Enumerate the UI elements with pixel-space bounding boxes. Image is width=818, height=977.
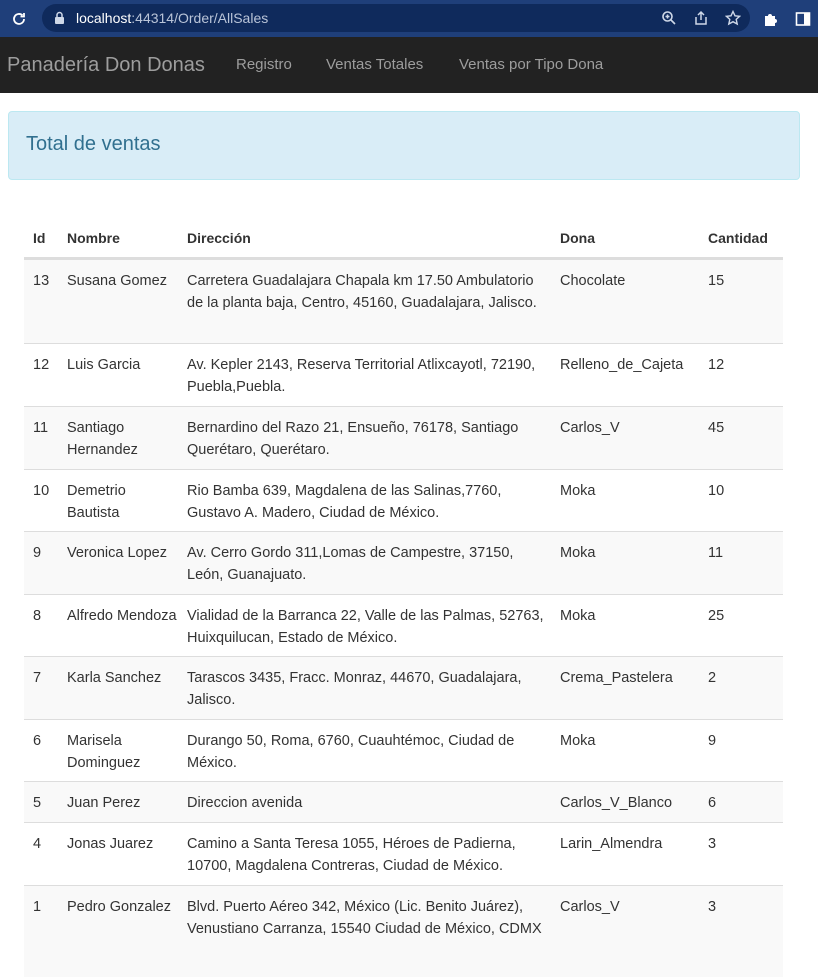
cell-dona: Chocolate [560,273,626,289]
nav-link-ventas-por-tipo[interactable]: Ventas por Tipo Dona [459,56,603,73]
table-row: 8 Alfredo Mendoza Vialidad de la Barranc… [24,594,783,656]
cell-id: 8 [33,608,42,624]
nav-link-ventas-totales[interactable]: Ventas Totales [326,56,423,73]
cell-direccion: Direccion avenida [187,795,303,811]
cell-dona: Moka [560,545,596,561]
cell-dona: Moka [560,733,596,749]
header-direccion: Dirección [187,230,251,246]
cell-nombre: Demetrio Bautista [67,483,126,521]
cell-id: 11 [33,420,49,436]
cell-direccion: Camino a Santa Teresa 1055, Héroes de Pa… [187,836,516,874]
navbar: Panadería Don Donas Registro Ventas Tota… [0,37,818,93]
side-panel-icon[interactable] [794,10,812,28]
share-icon[interactable] [692,9,710,27]
cell-direccion: Av. Cerro Gordo 311,Lomas de Campestre, … [187,545,514,583]
cell-nombre: Jonas Juarez [67,836,154,852]
cell-id: 10 [33,483,50,499]
cell-nombre: Juan Perez [67,795,141,811]
star-icon[interactable] [724,9,742,27]
lock-icon [54,10,68,26]
cell-id: 6 [33,733,42,749]
cell-nombre: Alfredo Mendoza [67,608,177,624]
cell-nombre: Santiago Hernandez [67,420,138,458]
cell-direccion: Vialidad de la Barranca 22, Valle de las… [187,608,544,646]
cell-cantidad: 9 [708,733,717,749]
cell-cantidad: 12 [708,357,725,373]
cell-id: 9 [33,545,42,561]
cell-cantidad: 15 [708,273,725,289]
header-dona: Dona [560,230,595,246]
url-host: localhost [76,10,132,26]
cell-direccion: Bernardino del Razo 21, Ensueño, 76178, … [187,420,519,458]
cell-id: 12 [33,357,50,373]
cell-dona: Carlos_V [560,899,620,915]
cell-id: 7 [33,670,42,686]
cell-dona: Carlos_V [560,420,620,436]
page-title: Total de ventas [26,133,161,155]
cell-direccion: Blvd. Puerto Aéreo 342, México (Lic. Ben… [187,899,542,937]
table-row: 9 Veronica Lopez Av. Cerro Gordo 311,Lom… [24,531,783,594]
info-alert: Total de ventas [8,111,800,180]
table-row: 11 Santiago Hernandez Bernardino del Raz… [24,406,783,469]
cell-nombre: Pedro Gonzalez [67,899,171,915]
cell-id: 5 [33,795,42,811]
extensions-icon[interactable] [762,10,780,28]
url-path: :44314/Order/AllSales [131,10,269,26]
table-row: 7 Karla Sanchez Tarascos 3435, Fracc. Mo… [24,656,783,719]
cell-dona: Carlos_V_Blanco [560,795,673,811]
cell-nombre: Luis Garcia [67,357,141,373]
zoom-icon[interactable] [660,9,678,27]
table-row: 13 Susana Gomez Carretera Guadalajara Ch… [24,259,783,343]
cell-nombre: Marisela Dominguez [67,733,141,771]
table-row: 10 Demetrio Bautista Rio Bamba 639, Magd… [24,469,783,531]
cell-cantidad: 3 [708,836,717,852]
address-bar[interactable]: localhost:44314/Order/AllSales [42,4,750,32]
header-id: Id [33,230,46,246]
browser-toolbar: localhost:44314/Order/AllSales [0,0,818,37]
table-header: Id Nombre Dirección Dona Cantidad [24,217,783,259]
cell-direccion: Av. Kepler 2143, Reserva Territorial Atl… [187,357,536,395]
table-row: 6 Marisela Dominguez Durango 50, Roma, 6… [24,719,783,781]
nav-link-registro[interactable]: Registro [236,56,292,73]
cell-dona: Larin_Almendra [560,836,663,852]
cell-nombre: Karla Sanchez [67,670,162,686]
cell-id: 13 [33,273,50,289]
cell-cantidad: 11 [708,545,724,561]
table-row: 4 Jonas Juarez Camino a Santa Teresa 105… [24,822,783,885]
cell-cantidad: 45 [708,420,725,436]
cell-direccion: Rio Bamba 639, Magdalena de las Salinas,… [187,483,502,521]
cell-direccion: Durango 50, Roma, 6760, Cuauhtémoc, Ciud… [187,733,515,771]
cell-dona: Relleno_de_Cajeta [560,357,684,373]
table-row: 1 Pedro Gonzalez Blvd. Puerto Aéreo 342,… [24,885,783,977]
table-row: 5 Juan Perez Direccion avenida Carlos_V_… [24,781,783,822]
cell-direccion: Tarascos 3435, Fracc. Monraz, 44670, Gua… [187,670,522,708]
cell-cantidad: 25 [708,608,725,624]
cell-cantidad: 3 [708,899,717,915]
cell-id: 4 [33,836,42,852]
cell-dona: Crema_Pastelera [560,670,673,686]
brand-link[interactable]: Panadería Don Donas [7,54,205,77]
cell-dona: Moka [560,483,596,499]
cell-cantidad: 10 [708,483,725,499]
table-row: 12 Luis Garcia Av. Kepler 2143, Reserva … [24,343,783,406]
cell-direccion: Carretera Guadalajara Chapala km 17.50 A… [187,273,537,311]
cell-dona: Moka [560,608,596,624]
reload-icon[interactable] [0,0,38,37]
cell-cantidad: 2 [708,670,717,686]
cell-id: 1 [33,899,42,915]
cell-cantidad: 6 [708,795,717,811]
header-cantidad: Cantidad [708,230,768,246]
sales-table: Id Nombre Dirección Dona Cantidad 13 Sus… [24,217,783,977]
cell-nombre: Veronica Lopez [67,545,167,561]
header-nombre: Nombre [67,230,120,246]
cell-nombre: Susana Gomez [67,273,167,289]
